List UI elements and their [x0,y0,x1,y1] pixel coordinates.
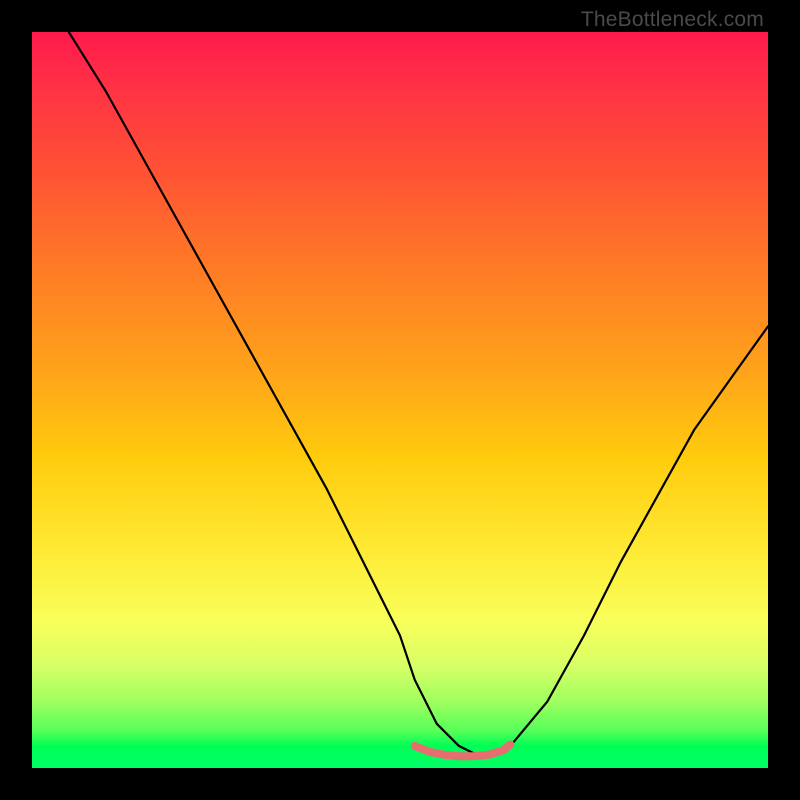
chart-svg [32,32,768,768]
bottleneck-curve [69,32,768,753]
chart-container: TheBottleneck.com [0,0,800,800]
plot-area [32,32,768,768]
green-band-floor [415,744,511,756]
watermark-text: TheBottleneck.com [581,8,764,32]
